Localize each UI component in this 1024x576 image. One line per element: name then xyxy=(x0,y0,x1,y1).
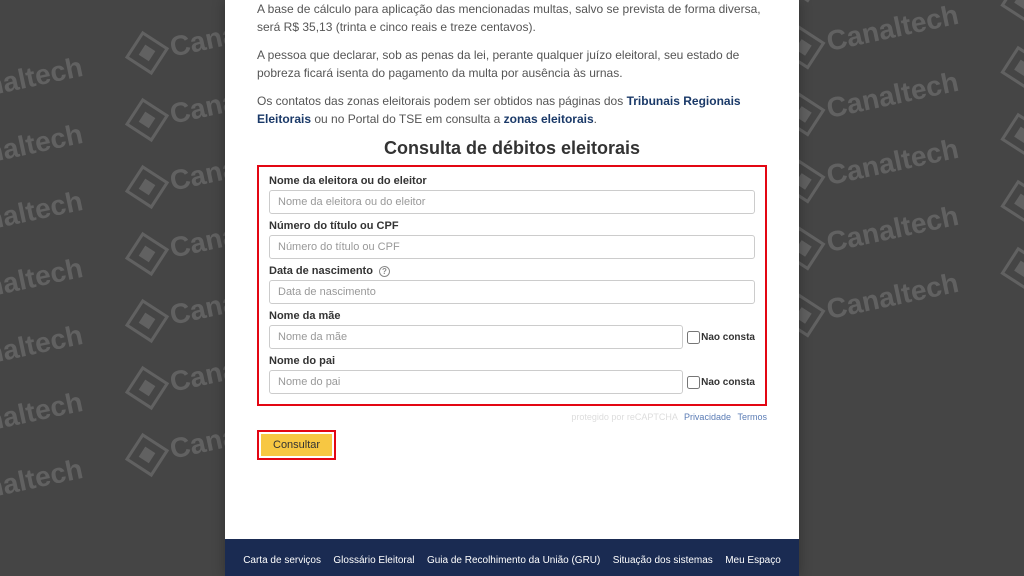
label-titulo: Número do título ou CPF xyxy=(269,220,755,232)
label-nome: Nome da eleitora ou do eleitor xyxy=(269,175,755,187)
link-terms[interactable]: Termos xyxy=(737,412,767,422)
main-content: A base de cálculo para aplicação das men… xyxy=(225,0,799,539)
input-nome[interactable] xyxy=(269,190,755,214)
input-mae[interactable] xyxy=(269,325,683,349)
label-pai: Nome do pai xyxy=(269,355,755,367)
help-icon[interactable]: ? xyxy=(379,266,390,277)
submit-highlight-box: Consultar xyxy=(257,430,336,460)
submit-wrap: Consultar xyxy=(257,430,767,460)
form-highlight-box: Nome da eleitora ou do eleitor Número do… xyxy=(257,165,767,406)
checkbox-mae[interactable] xyxy=(687,331,700,344)
footer-link-situacao[interactable]: Situação dos sistemas xyxy=(613,555,713,566)
consultar-button[interactable]: Consultar xyxy=(261,434,332,456)
checkbox-mae-nao-consta[interactable]: Nao consta xyxy=(687,331,755,344)
field-pai: Nome do pai Nao consta xyxy=(269,355,755,394)
intro-paragraph-1: A base de cálculo para aplicação das men… xyxy=(257,0,767,36)
label-mae: Nome da mãe xyxy=(269,310,755,322)
link-zonas[interactable]: zonas eleitorais xyxy=(504,112,594,126)
recaptcha-notice: protegido por reCAPTCHA Privacidade Term… xyxy=(257,412,767,422)
input-titulo[interactable] xyxy=(269,235,755,259)
checkbox-pai[interactable] xyxy=(687,376,700,389)
footer-link-carta[interactable]: Carta de serviços xyxy=(243,555,321,566)
form-title: Consulta de débitos eleitorais xyxy=(257,138,767,159)
input-nascimento[interactable] xyxy=(269,280,755,304)
intro-paragraph-2: A pessoa que declarar, sob as penas da l… xyxy=(257,46,767,82)
field-nome: Nome da eleitora ou do eleitor xyxy=(269,175,755,214)
field-titulo: Número do título ou CPF xyxy=(269,220,755,259)
field-nascimento: Data de nascimento ? xyxy=(269,265,755,304)
input-pai[interactable] xyxy=(269,370,683,394)
field-mae: Nome da mãe Nao consta xyxy=(269,310,755,349)
page-container: A base de cálculo para aplicação das men… xyxy=(225,0,799,576)
intro-paragraph-3: Os contatos das zonas eleitorais podem s… xyxy=(257,92,767,128)
footer-nav: Carta de serviços Glossário Eleitoral Gu… xyxy=(225,539,799,576)
link-privacy[interactable]: Privacidade xyxy=(684,412,731,422)
footer-link-gru[interactable]: Guia de Recolhimento da União (GRU) xyxy=(427,555,600,566)
label-nascimento: Data de nascimento ? xyxy=(269,265,755,277)
checkbox-pai-nao-consta[interactable]: Nao consta xyxy=(687,376,755,389)
footer-link-glossario[interactable]: Glossário Eleitoral xyxy=(333,555,414,566)
footer-link-espaco[interactable]: Meu Espaço xyxy=(725,555,781,566)
